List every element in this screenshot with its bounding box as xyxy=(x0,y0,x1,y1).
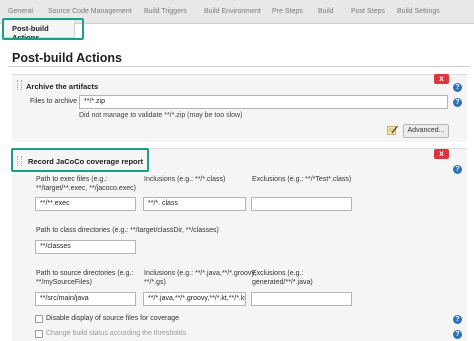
source-exclusions-label: Exclusions (e.g.: generated/**/*.java) xyxy=(252,270,313,287)
inclusions-input[interactable]: **/*. class xyxy=(143,197,246,211)
advanced-button[interactable]: Advanced... xyxy=(403,124,449,138)
source-directories-label-line-2: **/mySourceFiles) xyxy=(36,278,93,286)
source-inclusions-label: Inclusions (e.g.: **/*.java,**/*.groovy,… xyxy=(144,270,256,287)
source-exclusions-label-line-2: generated/**/*.java) xyxy=(252,278,313,286)
source-inclusions-input[interactable]: **/*.java,**/*.groovy,**/*.kt,**/*.kts xyxy=(143,292,246,306)
tab-build-settings[interactable]: Build Settings xyxy=(397,8,440,15)
exclusions-label: Exclusions (e.g.: **/*Test*.class) xyxy=(252,176,352,183)
tab-build[interactable]: Build xyxy=(318,8,334,15)
help-icon[interactable]: ? xyxy=(453,315,462,324)
change-build-status-label: Change build status according the thresh… xyxy=(46,330,187,337)
validation-warning: Did not manage to validate **/*.zip (may… xyxy=(79,112,243,119)
disable-source-display-checkbox[interactable] xyxy=(35,315,43,323)
tab-general[interactable]: General xyxy=(8,8,33,15)
tab-pre-steps[interactable]: Pre Steps xyxy=(272,8,303,15)
exec-files-input[interactable]: **/**.exec xyxy=(35,197,136,211)
class-directories-label: Path to class directories (e.g.: **/targ… xyxy=(36,227,219,234)
tab-post-steps[interactable]: Post Steps xyxy=(351,8,385,15)
tab-highlight-box xyxy=(2,18,84,40)
help-icon[interactable]: ? xyxy=(453,165,462,174)
inclusions-label: Inclusions (e.g.: **/*.class) xyxy=(144,176,226,183)
jacoco-highlight-box xyxy=(11,148,149,172)
tab-source-code-management[interactable]: Source Code Management xyxy=(48,8,132,15)
files-to-archive-input[interactable]: **/*.zip xyxy=(79,95,448,109)
source-inclusions-label-line-1: Inclusions (e.g.: **/*.java,**/*.groovy, xyxy=(144,270,257,277)
exclusions-input[interactable] xyxy=(251,197,352,211)
drag-handle-icon[interactable] xyxy=(17,80,22,90)
files-to-archive-label: Files to archive xyxy=(30,98,78,105)
exec-files-label: Path to exec files (e.g.: **/target/**.e… xyxy=(36,176,136,193)
source-exclusions-input[interactable] xyxy=(251,292,352,306)
delete-jacoco-button[interactable]: x xyxy=(434,149,449,159)
change-build-status-checkbox[interactable] xyxy=(35,330,43,338)
source-directories-label: Path to source directories (e.g.: **/myS… xyxy=(36,270,133,287)
notepad-icon xyxy=(387,125,398,135)
source-directories-label-line-1: Path to source directories (e.g.: xyxy=(36,270,134,277)
tab-build-environment[interactable]: Build Environment xyxy=(204,8,261,15)
disable-source-display-label: Disable display of source files for cove… xyxy=(46,315,180,322)
page-title: Post-build Actions xyxy=(12,51,122,65)
source-directories-input[interactable]: **/src/main/java xyxy=(35,292,136,306)
archive-artifacts-heading: Archive the artifacts xyxy=(26,82,99,91)
exec-files-label-line-2: **/target/**.exec, **/jacoco.exec) xyxy=(36,184,136,192)
help-icon[interactable]: ? xyxy=(453,98,462,107)
class-directories-input[interactable]: **/classes xyxy=(35,240,136,254)
tab-build-triggers[interactable]: Build Triggers xyxy=(144,8,187,15)
exec-files-label-line-1: Path to exec files (e.g.: xyxy=(36,176,108,183)
delete-archive-button[interactable]: x xyxy=(434,74,449,84)
help-icon[interactable]: ? xyxy=(453,330,462,339)
help-icon[interactable]: ? xyxy=(453,83,462,92)
source-exclusions-label-line-1: Exclusions (e.g.: xyxy=(252,270,304,277)
source-inclusions-label-line-2: **/*.gs) xyxy=(144,278,166,286)
title-divider xyxy=(8,66,470,67)
